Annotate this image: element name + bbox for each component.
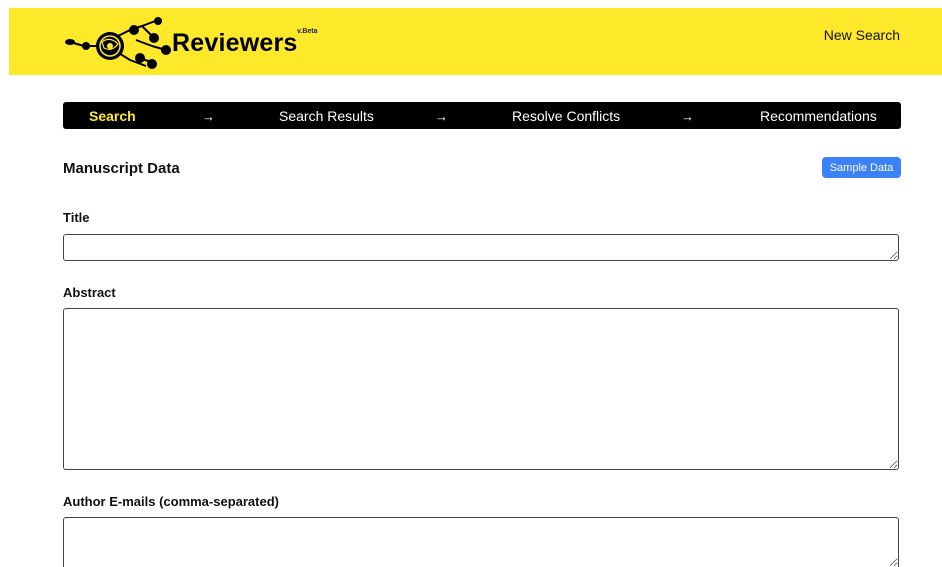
progress-stepper: Search → Search Results → Resolve Confli…: [63, 102, 901, 129]
author-emails-input[interactable]: [63, 517, 899, 567]
step-search-results[interactable]: Search Results: [279, 108, 374, 124]
new-search-link[interactable]: New Search: [824, 27, 900, 43]
version-badge: v.Beta: [297, 28, 318, 35]
step-recommendations[interactable]: Recommendations: [760, 108, 877, 124]
author-emails-label: Author E-mails (comma-separated): [63, 494, 279, 509]
arrow-right-icon: →: [435, 109, 448, 124]
arrow-right-icon: →: [202, 109, 215, 124]
brand-name: Reviewers: [172, 29, 298, 57]
abstract-label: Abstract: [63, 285, 116, 300]
title-input[interactable]: [63, 234, 899, 261]
abstract-input[interactable]: [63, 308, 899, 470]
network-nodes-logo-icon: [65, 17, 171, 69]
sample-data-button[interactable]: Sample Data: [822, 157, 901, 178]
arrow-right-icon: →: [681, 109, 694, 124]
title-label: Title: [63, 210, 90, 225]
step-resolve-conflicts[interactable]: Resolve Conflicts: [512, 108, 620, 124]
section-title: Manuscript Data: [63, 160, 180, 177]
step-search[interactable]: Search: [89, 108, 136, 124]
app-header: Reviewers v.Beta New Search: [9, 8, 942, 75]
app-logo[interactable]: Reviewers v.Beta: [62, 12, 337, 72]
